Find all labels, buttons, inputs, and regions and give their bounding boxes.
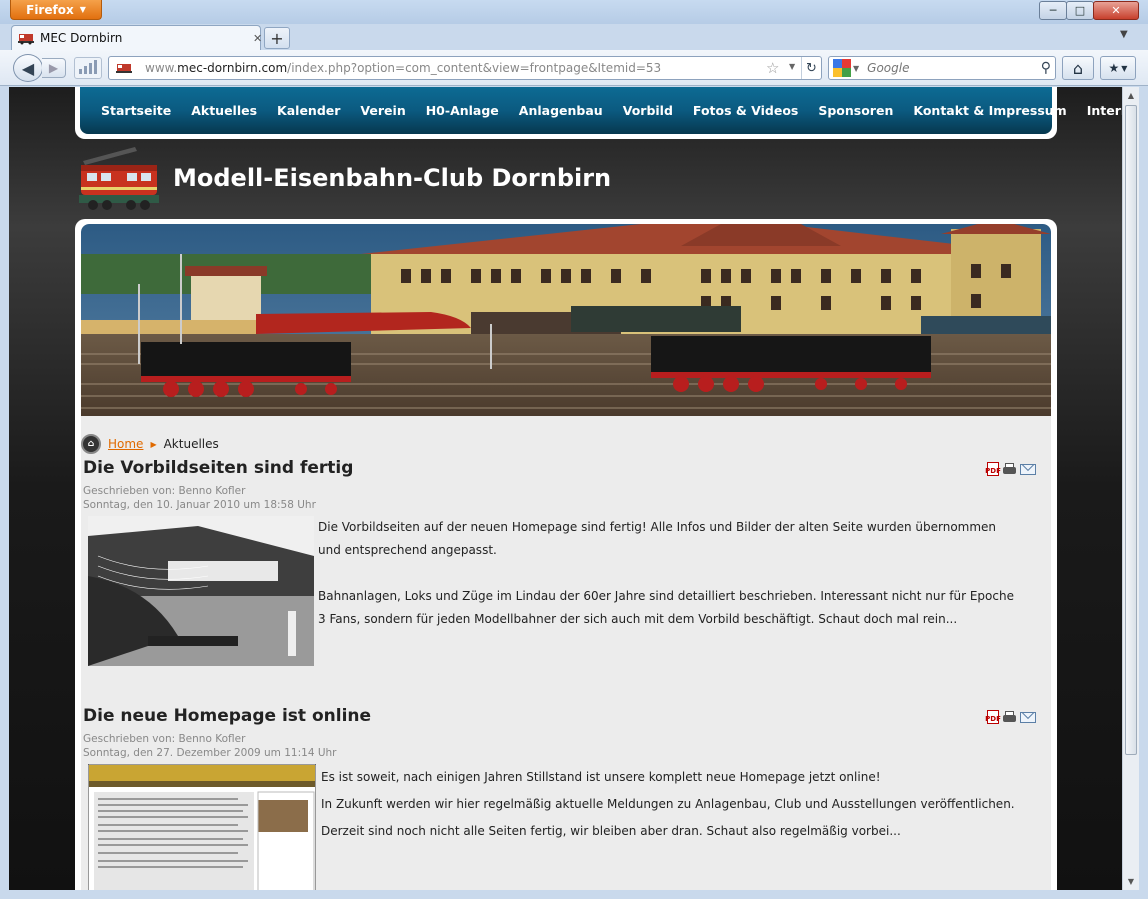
new-tab-button[interactable]: + (264, 27, 290, 49)
breadcrumb: ⌂ Home ▶ Aktuelles (81, 433, 219, 455)
breadcrumb-current: Aktuelles (163, 437, 219, 451)
url-history-dropdown-icon[interactable]: ▼ (789, 62, 795, 71)
email-icon[interactable] (1020, 712, 1036, 723)
chevron-down-icon: ▼ (79, 5, 86, 14)
article-paragraph: Bahnanlagen, Loks und Züge im Lindau der… (318, 589, 1014, 626)
article-paragraph: In Zukunft werden wir hier regelmäßig ak… (321, 797, 1015, 838)
nav-fotos-videos[interactable]: Fotos & Videos (693, 103, 798, 118)
content-area: ⌂ Home ▶ Aktuelles Die Vorbildseiten sin… (81, 224, 1051, 890)
bookmark-star-icon[interactable]: ☆ (766, 59, 779, 77)
article: Die neue Homepage ist online PDF Geschri… (83, 706, 1043, 890)
page-viewport: Startseite Aktuelles Kalender Verein H0-… (9, 87, 1122, 890)
site-title: Modell-Eisenbahn-Club Dornbirn (173, 164, 612, 192)
home-button[interactable]: ⌂ (1062, 56, 1094, 80)
article-date: Sonntag, den 27. Dezember 2009 um 11:14 … (83, 747, 337, 759)
breadcrumb-separator-icon: ▶ (150, 439, 157, 449)
bookmarks-icon: ★ (1108, 61, 1120, 75)
email-icon[interactable] (1020, 464, 1036, 475)
article-date: Sonntag, den 10. Januar 2010 um 18:58 Uh… (83, 499, 316, 511)
search-input[interactable] (867, 61, 1018, 75)
site-identity-icon[interactable] (113, 57, 135, 79)
back-arrow-icon: ◀ (21, 58, 35, 78)
close-tab-icon[interactable]: ✕ (253, 32, 262, 45)
scrollbar-thumb[interactable] (1125, 105, 1137, 755)
nav-h0-anlage[interactable]: H0-Anlage (426, 103, 499, 118)
back-button[interactable]: ◀ (13, 54, 43, 82)
firefox-menu-label: Firefox (26, 2, 74, 17)
article-meta: Geschrieben von: Benno Kofler Sonntag, d… (83, 732, 1043, 760)
minimize-button[interactable]: ─ (1039, 1, 1067, 20)
tab-mec-dornbirn[interactable]: MEC Dornbirn ✕ (11, 25, 262, 50)
article-body: Es ist soweit, nach einigen Jahren Still… (321, 764, 1021, 845)
forward-arrow-icon: ▶ (48, 61, 59, 75)
breadcrumb-home-link[interactable]: Home (108, 437, 143, 451)
nav-verein[interactable]: Verein (360, 103, 405, 118)
pdf-icon[interactable]: PDF (985, 710, 1001, 724)
forward-button[interactable]: ▶ (42, 58, 66, 78)
nav-sponsoren[interactable]: Sponsoren (818, 103, 893, 118)
home-icon: ⌂ (1072, 58, 1084, 78)
home-icon: ⌂ (81, 434, 101, 454)
article-meta: Geschrieben von: Benno Kofler Sonntag, d… (83, 484, 1043, 512)
chevron-down-icon: ▼ (1121, 63, 1128, 73)
vertical-scrollbar[interactable]: ▲ ▼ (1122, 87, 1139, 890)
maximize-button[interactable]: □ (1066, 1, 1094, 20)
close-window-button[interactable]: ✕ (1093, 1, 1139, 20)
window-bottom-frame (0, 890, 1148, 899)
search-magnifier-icon[interactable]: ⚲ (1041, 60, 1051, 76)
article-paragraph: Die Vorbildseiten auf der neuen Homepage… (318, 520, 997, 557)
address-bar[interactable]: www.mec-dornbirn.com/index.php?option=co… (108, 56, 822, 80)
nav-kalender[interactable]: Kalender (277, 103, 340, 118)
scroll-up-icon[interactable]: ▲ (1123, 87, 1139, 103)
article-body: Die Vorbildseiten auf der neuen Homepage… (318, 516, 1018, 631)
nav-intern[interactable]: Intern (1087, 103, 1122, 118)
article: Die Vorbildseiten sind fertig PDF Geschr… (83, 458, 1043, 666)
google-engine-icon[interactable] (833, 59, 851, 77)
article-actions: PDF (985, 710, 1036, 724)
article-photo (88, 516, 314, 666)
article-paragraph: Es ist soweit, nach einigen Jahren Still… (321, 770, 881, 784)
window-titlebar: Firefox ▼ ─ □ ✕ (0, 0, 1148, 24)
page-stats-icon[interactable] (74, 57, 102, 79)
print-icon[interactable] (1002, 710, 1017, 724)
nav-startseite[interactable]: Startseite (101, 103, 171, 118)
search-engine-dropdown-icon[interactable]: ▼ (853, 64, 859, 73)
search-bar[interactable]: ▼ ⚲ (828, 56, 1056, 80)
pdf-icon[interactable]: PDF (985, 462, 1001, 476)
article-title[interactable]: Die Vorbildseiten sind fertig (83, 458, 1043, 478)
tab-title: MEC Dornbirn (40, 31, 123, 45)
locomotive-logo[interactable] (75, 143, 165, 213)
main-menu: Startseite Aktuelles Kalender Verein H0-… (80, 87, 1122, 134)
article-actions: PDF (985, 462, 1036, 476)
content-frame: ⌂ Home ▶ Aktuelles Die Vorbildseiten sin… (75, 219, 1057, 890)
nav-kontakt-impressum[interactable]: Kontakt & Impressum (913, 103, 1066, 118)
article-screenshot-image (88, 764, 316, 890)
print-icon[interactable] (1002, 462, 1017, 476)
tab-bar: MEC Dornbirn ✕ + ▼ (0, 24, 1148, 50)
navigation-toolbar: ◀ ▶ www.mec-dornbirn.com/index.php?optio… (0, 50, 1148, 86)
list-all-tabs-icon[interactable]: ▼ (1120, 29, 1128, 40)
header-banner-image (81, 224, 1051, 416)
scroll-down-icon[interactable]: ▼ (1123, 873, 1139, 889)
nav-vorbild[interactable]: Vorbild (623, 103, 673, 118)
nav-aktuelles[interactable]: Aktuelles (191, 103, 257, 118)
nav-anlagenbau[interactable]: Anlagenbau (519, 103, 603, 118)
article-title[interactable]: Die neue Homepage ist online (83, 706, 1043, 726)
reload-icon[interactable]: ↻ (801, 57, 821, 79)
firefox-menu-button[interactable]: Firefox ▼ (10, 0, 102, 20)
main-menu-frame: Startseite Aktuelles Kalender Verein H0-… (75, 87, 1122, 139)
site-favicon (18, 34, 34, 45)
article-author: Geschrieben von: Benno Kofler (83, 485, 246, 497)
article-author: Geschrieben von: Benno Kofler (83, 733, 246, 745)
bookmarks-button[interactable]: ★ ▼ (1100, 56, 1136, 80)
url-text[interactable]: www.mec-dornbirn.com/index.php?option=co… (145, 61, 661, 75)
